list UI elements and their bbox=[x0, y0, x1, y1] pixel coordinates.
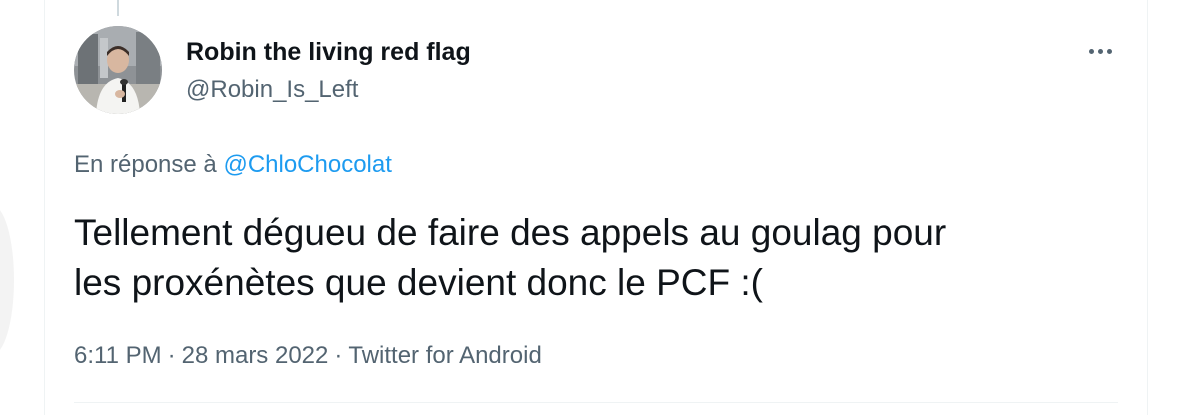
tweet-text-line: Tellement dégueu de faire des appels au … bbox=[74, 212, 947, 253]
tweet-page: Robin the living red flag @Robin_Is_Left… bbox=[0, 0, 1200, 415]
tweet-text: Tellement dégueu de faire des appels au … bbox=[74, 208, 1114, 308]
dot bbox=[1097, 48, 1103, 54]
tweet-date[interactable]: 28 mars 2022 bbox=[182, 342, 329, 369]
dot bbox=[1106, 48, 1112, 54]
reply-mention-link[interactable]: @ChloChocolat bbox=[223, 151, 391, 178]
tweet-source-link[interactable]: Twitter for Android bbox=[348, 342, 541, 369]
reply-prefix: En réponse à bbox=[74, 151, 217, 178]
left-edge-overlay bbox=[0, 205, 14, 355]
tweet-time[interactable]: 6:11 PM bbox=[74, 342, 162, 369]
divider bbox=[74, 402, 1118, 403]
more-options-icon bbox=[1088, 48, 1112, 54]
avatar[interactable] bbox=[74, 26, 162, 114]
profile-photo-icon bbox=[74, 26, 162, 114]
author-display-name[interactable]: Robin the living red flag bbox=[186, 38, 471, 67]
meta-separator: · bbox=[334, 342, 343, 369]
author-handle[interactable]: @Robin_Is_Left bbox=[186, 76, 358, 104]
tweet-text-line: les proxénètes que devient donc le PCF :… bbox=[74, 262, 763, 303]
reply-context: En réponse à @ChloChocolat bbox=[74, 151, 392, 179]
tweet-metadata: 6:11 PM · 28 mars 2022 · Twitter for Android bbox=[74, 342, 542, 370]
more-options-button[interactable] bbox=[1080, 34, 1120, 68]
thread-connector-line bbox=[117, 0, 119, 16]
meta-separator: · bbox=[167, 342, 176, 369]
dot bbox=[1088, 48, 1094, 54]
